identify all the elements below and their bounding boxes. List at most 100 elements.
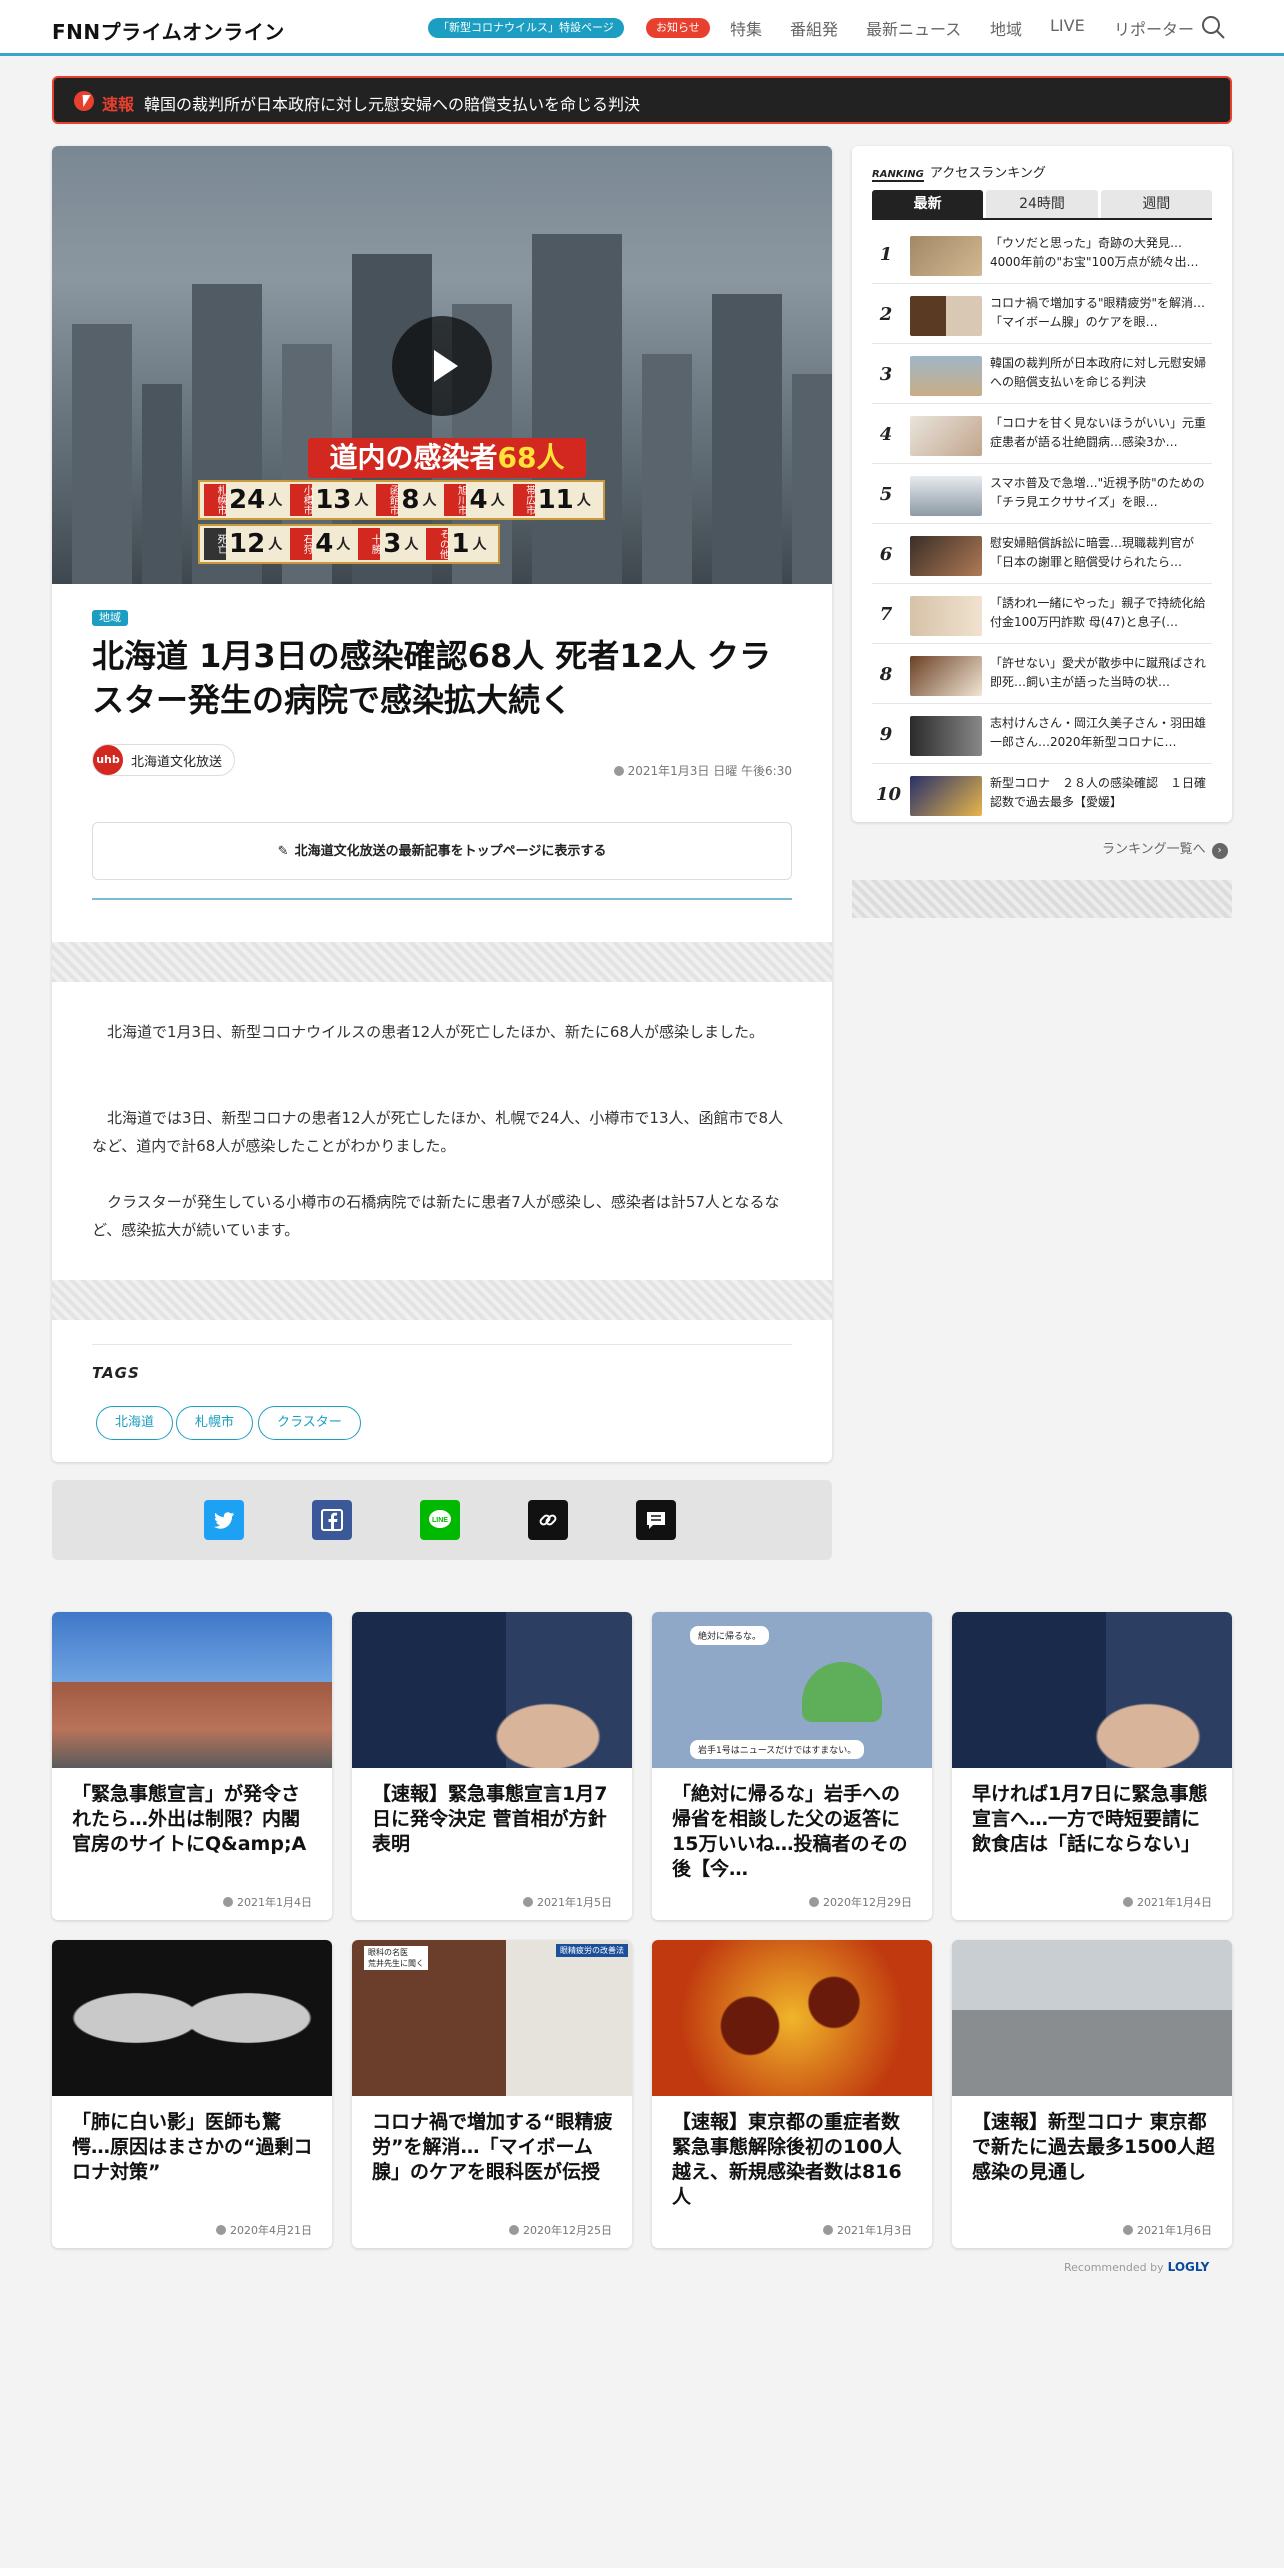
pin-icon: ✎ <box>277 844 289 859</box>
follow-publisher-button[interactable]: ✎ 北海道文化放送の最新記事をトップページに表示する <box>92 822 792 880</box>
recommend-card[interactable]: 眼科の名医 荒井先生に聞く 眼精疲労の改善法 コロナ禍で増加する“眼精疲労”を解消… <box>352 1940 632 2248</box>
recommend-card[interactable]: 「緊急事態宣言」が発令されたら…外出は制限？内閣官房のサイトにQ&amp;A 2… <box>52 1612 332 1920</box>
ranking-thumbnail <box>910 296 982 336</box>
tags-heading: TAGS <box>92 1364 140 1382</box>
card-date: 2021年1月3日 <box>823 2222 912 2238</box>
card-date: 2020年12月25日 <box>509 2222 612 2238</box>
copy-link-button[interactable] <box>528 1500 568 1540</box>
nav-features[interactable]: 特集 <box>730 16 762 40</box>
ranking-item[interactable]: 6 慰安婦賠償訴訟に暗雲…現職裁判官が「日本の謝罪と賠償受けられたら… <box>872 526 1212 584</box>
tab-latest[interactable]: 最新 <box>872 190 984 218</box>
article-card: 道内の感染者68人 札幌市 24 人 小樽市 13 人 函館市 8 人 旭川市 4 人 帯広市 1… <box>52 146 832 1462</box>
publisher-logo: uhb <box>93 745 123 775</box>
publisher-chip[interactable]: uhb 北海道文化放送 <box>92 744 236 776</box>
card-date: 2021年1月5日 <box>523 1894 612 1910</box>
notice-link[interactable]: お知らせ <box>646 18 710 38</box>
nav-region[interactable]: 地域 <box>990 16 1022 40</box>
tag-chip[interactable]: 北海道 <box>96 1406 174 1440</box>
ranking-item[interactable]: 9 志村けんさん・岡江久美子さん・羽田雄一郎さん…2020年新型コロナに… <box>872 706 1212 764</box>
comment-button[interactable] <box>636 1500 676 1540</box>
ranking-item[interactable]: 7 「誘われ一緒にやった」親子で持続化給付金100万円詐欺 母(47)と息子(… <box>872 586 1212 644</box>
twitter-icon <box>214 1512 234 1529</box>
tag-chip[interactable]: 札幌市 <box>176 1406 254 1440</box>
recommend-card[interactable]: 【速報】東京都の重症者数 緊急事態解除後初の100人越え、新規感染者数は816人… <box>652 1940 932 2248</box>
divider <box>92 1344 792 1345</box>
nav-reporter[interactable]: リポーター <box>1114 16 1194 40</box>
nav-programs[interactable]: 番組発 <box>790 16 838 40</box>
card-date: 2020年4月21日 <box>216 2222 312 2238</box>
article-video[interactable]: 道内の感染者68人 札幌市 24 人 小樽市 13 人 函館市 8 人 旭川市 4 人 帯広市 1… <box>52 146 832 584</box>
clock-icon <box>509 2225 519 2235</box>
breaking-text[interactable]: 韓国の裁判所が日本政府に対し元慰安婦への賠償支払いを命じる判決 <box>144 91 640 115</box>
chat-bubble: 岩手1号はニュースだけではすまない。 <box>690 1740 865 1759</box>
ranking-thumbnail <box>910 236 982 276</box>
play-button[interactable] <box>392 316 492 416</box>
article-paragraph: クラスターが発生している小樽市の石橋病院では新たに患者7人が感染し、感染者は計5… <box>92 1193 780 1239</box>
category-badge[interactable]: 地域 <box>92 610 128 626</box>
facebook-share-button[interactable] <box>312 1500 352 1540</box>
tab-weekly[interactable]: 週間 <box>1100 190 1212 218</box>
ranking-thumbnail <box>910 476 982 516</box>
ranking-thumbnail <box>910 716 982 756</box>
clock-icon <box>1123 2225 1133 2235</box>
ranking-panel: RANKING アクセスランキング 最新 24時間 週間 1 「ウソだと思った」奇跡… <box>852 146 1232 822</box>
tab-24h[interactable]: 24時間 <box>986 190 1098 218</box>
tag-chip[interactable]: クラスター <box>258 1406 361 1440</box>
ranking-item[interactable]: 10 新型コロナ ２８人の感染確認 １日確認数で過去最多【愛媛】 <box>872 766 1212 824</box>
share-bar: LINE <box>52 1480 832 1560</box>
clock-icon <box>523 1897 533 1907</box>
recommended-by[interactable]: Recommended by LOGLY <box>1064 2260 1209 2274</box>
comment-icon <box>647 1512 665 1529</box>
card-image <box>652 1940 932 2096</box>
ad-placeholder <box>852 880 1232 918</box>
search-icon[interactable] <box>1200 14 1226 40</box>
svg-text:LINE: LINE <box>432 1517 448 1524</box>
clock-icon <box>1123 1897 1133 1907</box>
card-image <box>952 1940 1232 2096</box>
ranking-thumbnail <box>910 596 982 636</box>
video-overlay-row-2: 死亡 12 人 石狩 4 人 十勝 3 人 その他 1 人 <box>198 524 501 564</box>
card-image <box>952 1612 1232 1768</box>
clock-icon <box>809 1897 819 1907</box>
recommend-card[interactable]: 【速報】緊急事態宣言1月7日に発令決定 菅首相が方針表明 2021年1月5日 <box>352 1612 632 1920</box>
card-image <box>52 1940 332 2096</box>
nav-live[interactable]: LIVE <box>1050 16 1085 35</box>
chat-bubble: 絶対に帰るな。 <box>690 1626 770 1645</box>
ranking-tabs: 最新 24時間 週間 <box>872 190 1212 220</box>
facebook-icon <box>321 1509 343 1531</box>
recommend-card[interactable]: 絶対に帰るな。 岩手1号はニュースだけではすまない。 「絶対に帰るな」岩手への帰… <box>652 1612 932 1920</box>
card-image: 絶対に帰るな。 岩手1号はニュースだけではすまない。 <box>652 1612 932 1768</box>
breaking-news-bar[interactable]: 速報 韓国の裁判所が日本政府に対し元慰安婦への賠償支払いを命じる判決 <box>52 76 1232 124</box>
frog-sticker <box>802 1662 882 1722</box>
breaking-label: 速報 <box>102 95 135 114</box>
video-overlay-title: 道内の感染者68人 <box>308 438 586 478</box>
twitter-share-button[interactable] <box>204 1500 244 1540</box>
ranking-item[interactable]: 3 韓国の裁判所が日本政府に対し元慰安婦への賠償支払いを命じる判決 <box>872 346 1212 404</box>
clock-icon <box>613 766 624 776</box>
ad-placeholder <box>52 1280 832 1320</box>
ad-placeholder <box>52 942 832 982</box>
article-paragraph: 北海道では3日、新型コロナの患者12人が死亡したほか、札幌で24人、小樽市で13… <box>92 1109 784 1155</box>
card-title: 【速報】新型コロナ 東京都で新たに過去最多1500人超感染の見通し <box>972 2111 1215 2183</box>
image-caption: 眼科の名医 荒井先生に聞く <box>364 1946 428 1970</box>
chevron-right-icon: › <box>1211 843 1228 859</box>
ranking-item[interactable]: 1 「ウソだと思った」奇跡の大発見…4000年前の"お宝"100万点が続々出… <box>872 226 1212 284</box>
site-logo[interactable]: FNNプライムオンライン <box>52 16 285 45</box>
ranking-item[interactable]: 4 「コロナを甘く見ないほうがいい」元重症患者が語る壮絶闘病…感染3か… <box>872 406 1212 464</box>
ranking-item[interactable]: 8 「許せない」愛犬が散歩中に蹴飛ばされ即死…飼い主が語った当時の状… <box>872 646 1212 704</box>
nav-latest-news[interactable]: 最新ニュース <box>866 16 961 40</box>
recommend-card[interactable]: 【速報】新型コロナ 東京都で新たに過去最多1500人超感染の見通し 2021年1… <box>952 1940 1232 2248</box>
card-image: 眼科の名医 荒井先生に聞く 眼精疲労の改善法 <box>352 1940 632 2096</box>
ranking-more-link[interactable]: ランキング一覧へ › <box>1102 838 1228 859</box>
recommend-card[interactable]: 早ければ1月7日に緊急事態宣言へ…一方で時短要請に飲食店は「話にならない」 20… <box>952 1612 1232 1920</box>
ranking-thumbnail <box>910 356 982 396</box>
card-date: 2021年1月4日 <box>223 1894 312 1910</box>
ranking-item[interactable]: 5 スマホ普及で急増…"近視予防"のための「チラ見エクササイズ」を眼… <box>872 466 1212 524</box>
divider <box>92 898 792 900</box>
ranking-item[interactable]: 2 コロナ禍で増加する"眼精疲労"を解消…「マイボーム腺」のケアを眼… <box>872 286 1212 344</box>
card-image <box>52 1612 332 1768</box>
line-share-button[interactable]: LINE <box>420 1500 460 1540</box>
recommend-card[interactable]: 「肺に白い影」医師も驚愕…原因はまさかの“過剰コロナ対策” 2020年4月21日 <box>52 1940 332 2248</box>
site-header: FNNプライムオンライン 「新型コロナウイルス」特設ページ お知らせ 特集 番組… <box>0 0 1284 56</box>
corona-special-link[interactable]: 「新型コロナウイルス」特設ページ <box>428 18 624 38</box>
